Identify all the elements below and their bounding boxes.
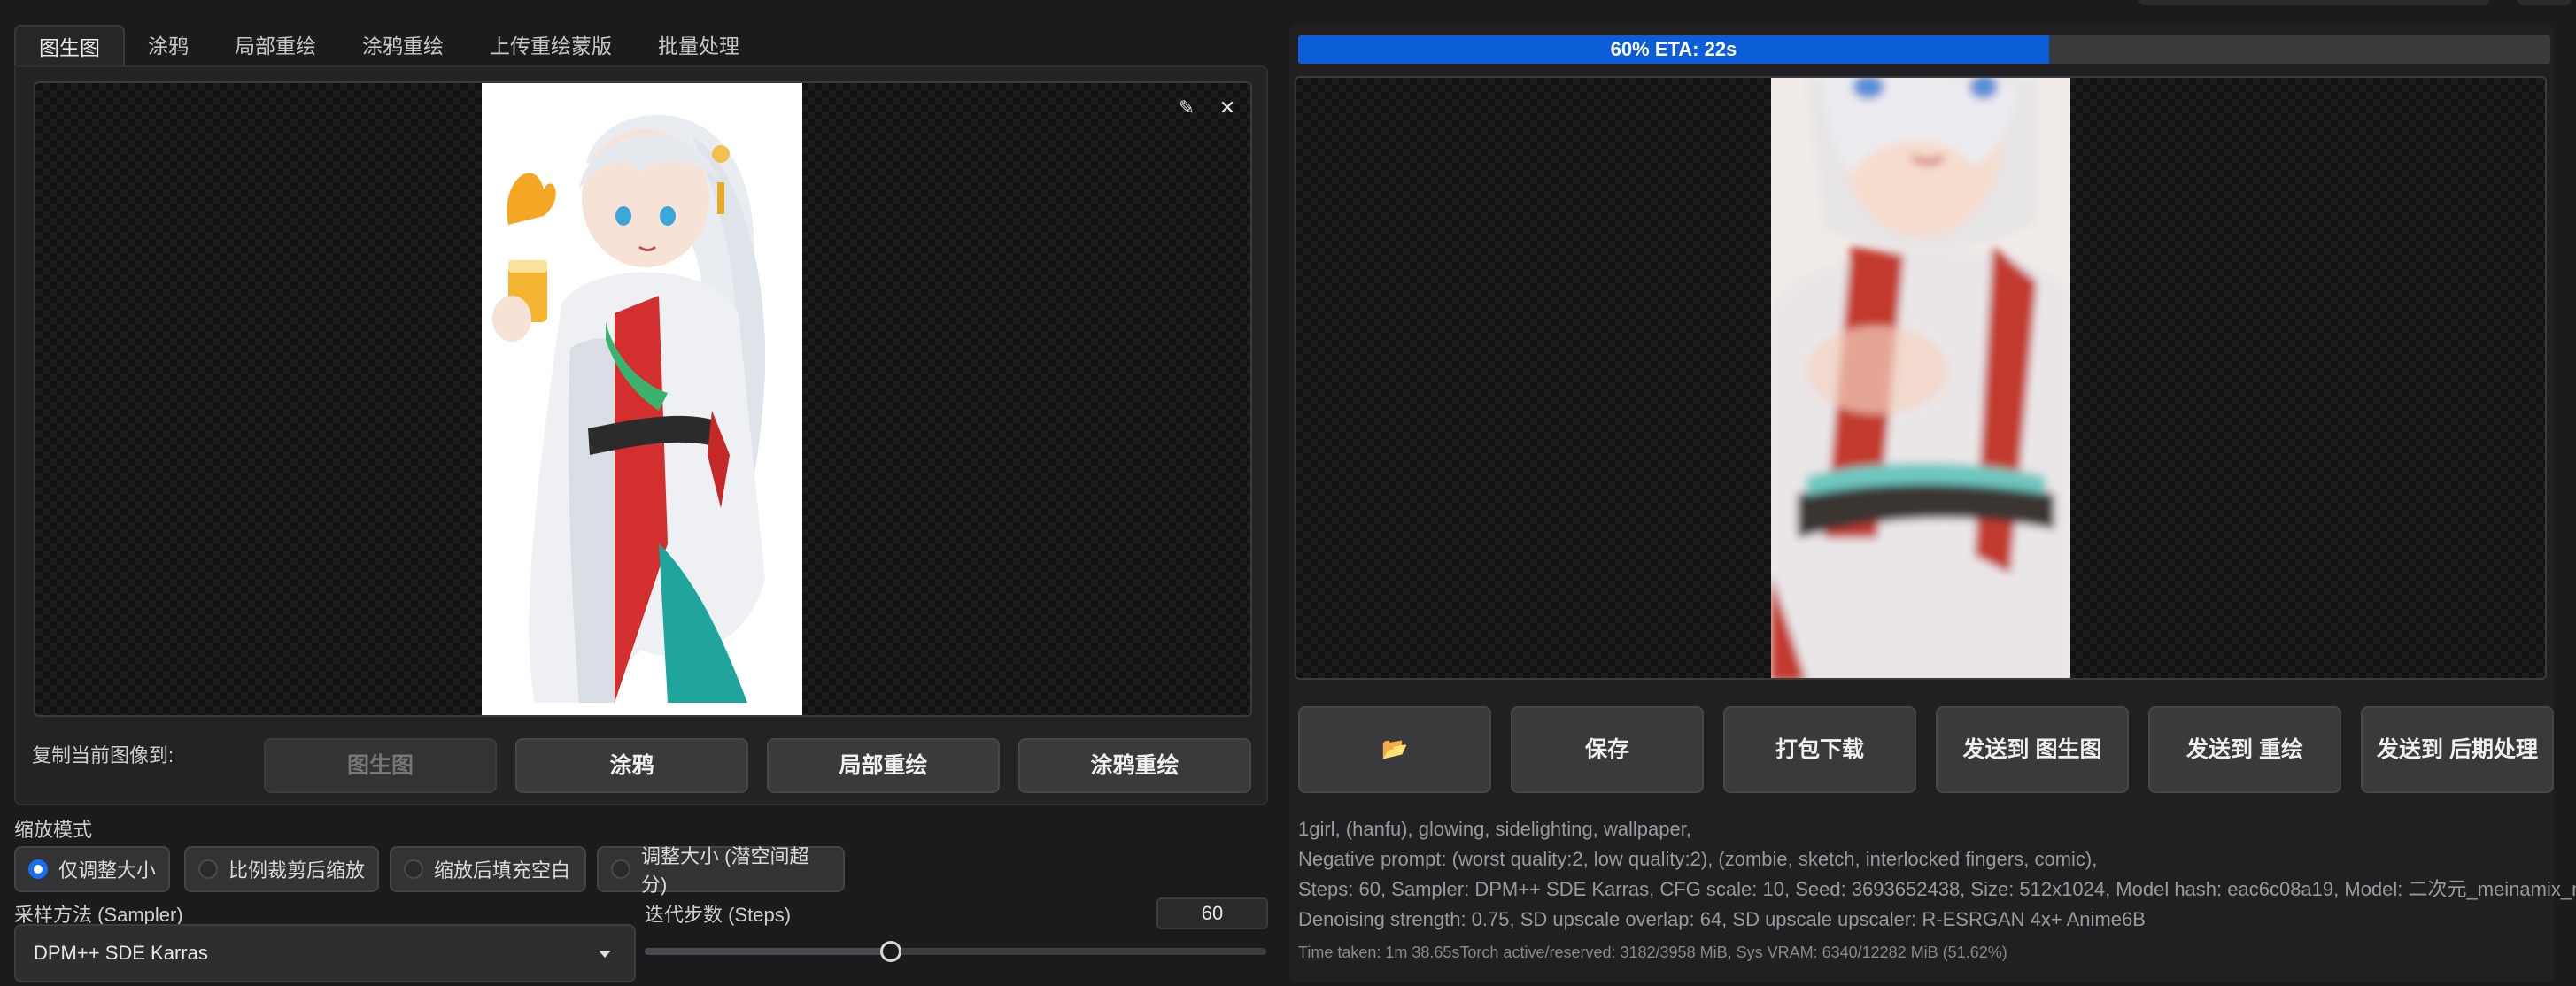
prompt-text: 1girl, (hanfu), glowing, sidelighting, w… bbox=[1298, 818, 1691, 840]
progress-text: 60% ETA: 22s bbox=[1610, 38, 1737, 60]
tab-batch[interactable]: 批量处理 bbox=[635, 25, 762, 67]
params-text-2: Denoising strength: 0.75, SD upscale ove… bbox=[1298, 908, 2146, 930]
top-button-stub bbox=[2517, 0, 2572, 5]
tab-inpaint-upload[interactable]: 上传重绘蒙版 bbox=[467, 25, 635, 67]
steps-slider-fill bbox=[645, 948, 891, 955]
steps-label: 迭代步数 (Steps) bbox=[645, 904, 792, 926]
chevron-down-icon bbox=[599, 951, 611, 958]
resize-option-label: 调整大小 (潜空间超分) bbox=[641, 845, 809, 896]
copy-to-sketch-button[interactable]: 涂鸦 bbox=[515, 738, 748, 793]
source-image-illustration bbox=[482, 83, 802, 715]
resize-option-label: 比例裁剪后缩放 bbox=[228, 859, 366, 882]
radio-selected-icon bbox=[28, 859, 48, 879]
tab-img2img[interactable]: 图生图 bbox=[14, 25, 125, 67]
output-image-canvas[interactable] bbox=[1295, 76, 2547, 680]
time-taken-text: Time taken: 1m 38.65sTorch active/reserv… bbox=[1298, 944, 2007, 961]
tab-sketch[interactable]: 涂鸦 bbox=[125, 25, 212, 67]
resize-mode-option-latent-upscale[interactable]: 调整大小 (潜空间超分) bbox=[597, 845, 845, 896]
steps-slider[interactable] bbox=[645, 941, 1266, 962]
copy-to-label: 复制当前图像到: bbox=[32, 744, 174, 766]
top-input-stub bbox=[2138, 0, 2490, 5]
copy-to-inpaint-button[interactable]: 局部重绘 bbox=[767, 738, 1000, 793]
save-button[interactable]: 保存 bbox=[1511, 706, 1704, 793]
close-icon[interactable]: ✕ bbox=[1215, 96, 1240, 120]
tab-inpaint[interactable]: 局部重绘 bbox=[212, 25, 339, 67]
generation-info: 1girl, (hanfu), glowing, sidelighting, w… bbox=[1298, 814, 2576, 935]
send-to-img2img-button[interactable]: 发送到 图生图 bbox=[1936, 706, 2129, 793]
copy-to-img2img-button[interactable]: 图生图 bbox=[264, 738, 497, 793]
resize-mode-option-just-resize[interactable]: 仅调整大小 bbox=[14, 846, 170, 892]
tab-inpaint-sketch[interactable]: 涂鸦重绘 bbox=[339, 25, 467, 67]
resize-mode-label: 缩放模式 bbox=[14, 819, 93, 841]
send-to-extras-button[interactable]: 发送到 后期处理 bbox=[2361, 706, 2554, 793]
pencil-icon[interactable]: ✎ bbox=[1174, 96, 1199, 120]
sampler-dropdown[interactable]: DPM++ SDE Karras bbox=[14, 924, 636, 982]
copy-to-inpaint-sketch-button[interactable]: 涂鸦重绘 bbox=[1018, 738, 1251, 793]
radio-unselected-icon bbox=[611, 859, 630, 879]
img2img-input-panel: ✎ ✕ 复制当前图像到: 图生图 涂鸦 局部重绘 涂鸦重绘 bbox=[14, 65, 1268, 805]
input-image-canvas[interactable]: ✎ ✕ bbox=[34, 81, 1252, 717]
send-to-inpaint-button[interactable]: 发送到 重绘 bbox=[2148, 706, 2341, 793]
sampler-value: DPM++ SDE Karras bbox=[34, 942, 208, 964]
live-preview-image bbox=[1771, 78, 2070, 678]
steps-number-input[interactable]: 60 bbox=[1156, 897, 1268, 929]
img2img-tab-bar: 图生图 涂鸦 局部重绘 涂鸦重绘 上传重绘蒙版 批量处理 bbox=[14, 25, 762, 67]
preview-image-illustration bbox=[1771, 78, 2070, 678]
negative-prompt-text: Negative prompt: (worst quality:2, low q… bbox=[1298, 848, 2098, 870]
zip-download-button[interactable]: 打包下载 bbox=[1723, 706, 1916, 793]
params-text: Steps: 60, Sampler: DPM++ SDE Karras, CF… bbox=[1298, 878, 2576, 900]
canvas-toolbar: ✎ ✕ bbox=[1174, 96, 1240, 120]
source-image bbox=[482, 83, 802, 715]
resize-option-label: 仅调整大小 bbox=[58, 859, 157, 882]
resize-mode-option-resize-and-fill[interactable]: 缩放后填充空白 bbox=[390, 846, 586, 892]
folder-icon: 📂 bbox=[1381, 737, 1408, 761]
steps-slider-thumb[interactable] bbox=[880, 941, 901, 962]
radio-unselected-icon bbox=[404, 859, 423, 879]
resize-mode-option-crop-and-resize[interactable]: 比例裁剪后缩放 bbox=[184, 846, 379, 892]
progress-bar: 60% ETA: 22s bbox=[1298, 35, 2550, 64]
radio-unselected-icon bbox=[198, 859, 218, 879]
open-folder-button[interactable]: 📂 bbox=[1298, 706, 1491, 793]
resize-option-label: 缩放后填充空白 bbox=[434, 859, 571, 882]
